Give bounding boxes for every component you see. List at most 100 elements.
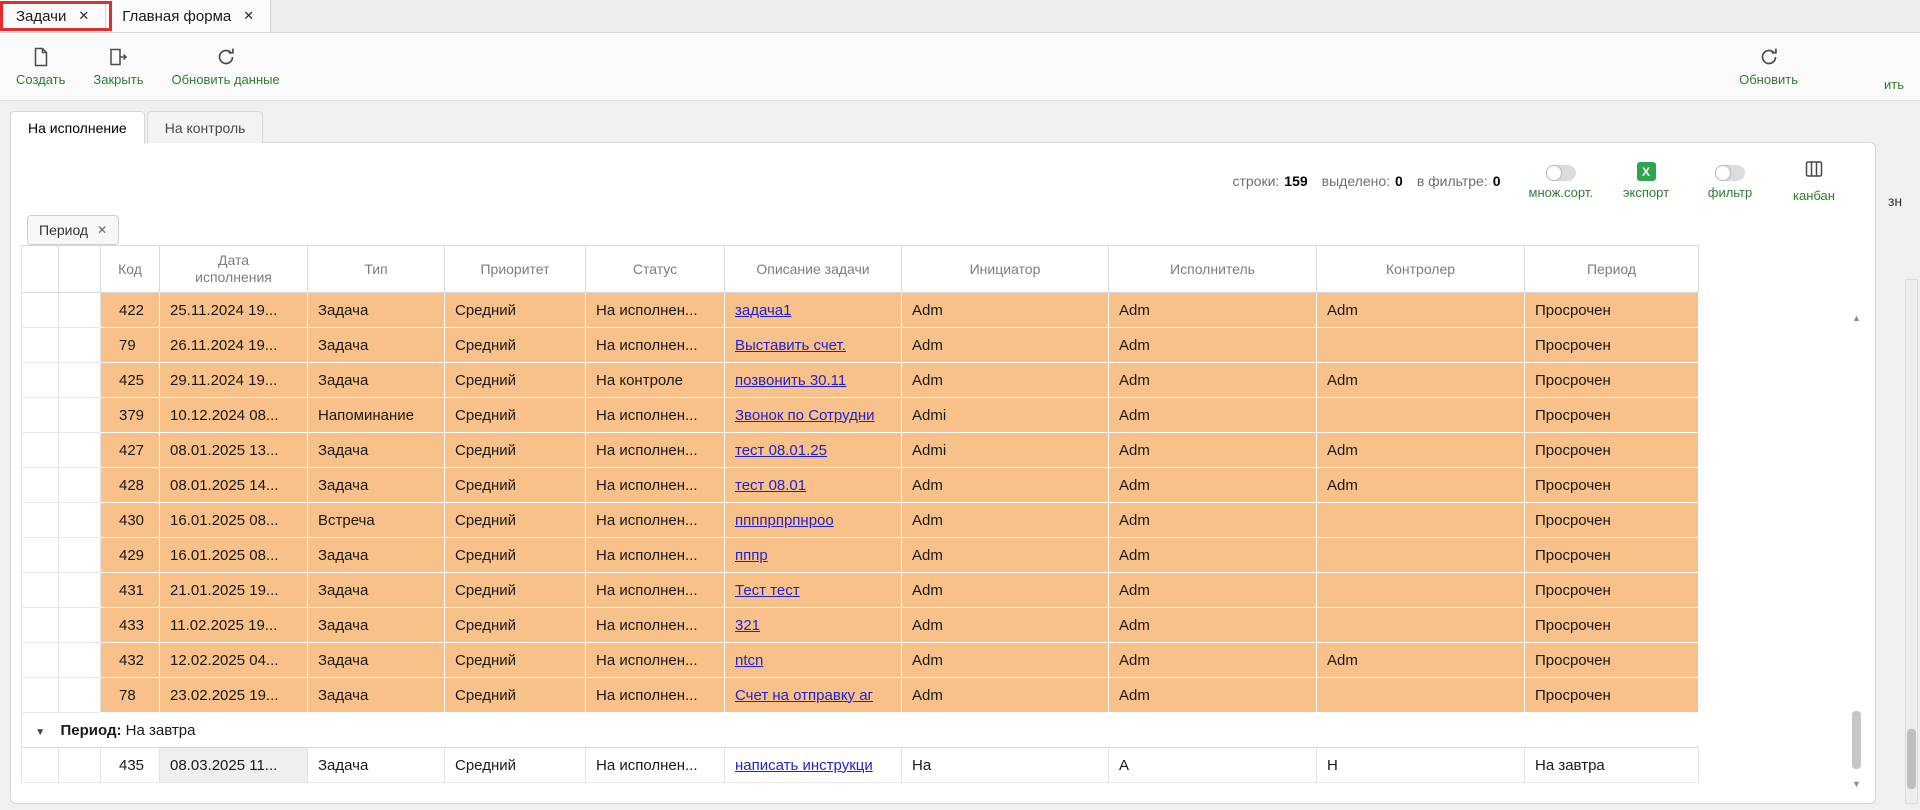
scroll-up-icon[interactable]: ▲: [1850, 313, 1863, 323]
task-link[interactable]: тест 08.01: [735, 477, 806, 494]
cell-rowicon: [59, 643, 101, 678]
table-row[interactable]: 42808.01.2025 14...ЗадачаСреднийНа испол…: [22, 468, 1699, 503]
export-label: экспорт: [1623, 185, 1669, 200]
cell-period: На завтра: [1525, 748, 1699, 783]
cell-period: Просрочен: [1525, 293, 1699, 328]
refresh-icon: [1758, 46, 1780, 68]
cell-type: Задача: [308, 608, 445, 643]
table-row[interactable]: 42916.01.2025 08...ЗадачаСреднийНа испол…: [22, 538, 1699, 573]
task-link[interactable]: позвонить 30.11: [735, 372, 846, 389]
cell-status: На исполнен...: [586, 573, 725, 608]
task-link[interactable]: пппр: [735, 547, 768, 564]
rows-count: строки:159: [1232, 173, 1307, 189]
cell-date: 08.03.2025 11...: [160, 748, 308, 783]
column-header[interactable]: Период: [1525, 246, 1699, 293]
close-icon[interactable]: ✕: [243, 8, 254, 24]
cell-select: [22, 293, 59, 328]
tab-for-execution[interactable]: На исполнение: [10, 111, 145, 144]
cell-controller: [1317, 608, 1525, 643]
cell-select: [22, 328, 59, 363]
cell-description: написать инструкци: [725, 748, 902, 783]
cell-status: На исполнен...: [586, 433, 725, 468]
column-header[interactable]: Исполнитель: [1109, 246, 1317, 293]
multisort-toggle[interactable]: [1546, 165, 1576, 181]
column-header[interactable]: Тип: [308, 246, 445, 293]
cell-code: 431: [101, 573, 160, 608]
cell-priority: Средний: [445, 748, 586, 783]
cell-controller: Adm: [1317, 643, 1525, 678]
create-button[interactable]: Создать: [16, 46, 65, 87]
cell-description: ntcn: [725, 643, 902, 678]
task-link[interactable]: задача1: [735, 302, 791, 319]
window-tab-main-form[interactable]: Главная форма ✕: [106, 0, 271, 32]
table-row[interactable]: 7926.11.2024 19...ЗадачаСреднийНа исполн…: [22, 328, 1699, 363]
chip-remove-icon[interactable]: ✕: [97, 223, 107, 237]
task-link[interactable]: Счет на отправку аг: [735, 687, 873, 704]
task-link[interactable]: ntcn: [735, 652, 763, 669]
cell-code: 429: [101, 538, 160, 573]
task-link[interactable]: тест 08.01.25: [735, 442, 827, 459]
table-row[interactable]: 7823.02.2025 19...ЗадачаСреднийНа исполн…: [22, 678, 1699, 713]
scrollbar-thumb[interactable]: [1852, 711, 1861, 769]
filter-control[interactable]: фильтр: [1699, 163, 1761, 200]
column-header[interactable]: Дата исполнения: [160, 246, 308, 293]
multisort-control[interactable]: множ.сорт.: [1529, 163, 1593, 200]
task-link[interactable]: 321: [735, 617, 760, 634]
background-scrollbar[interactable]: [1905, 279, 1918, 804]
task-link[interactable]: написать инструкци: [735, 757, 873, 774]
scrollbar-thumb[interactable]: [1907, 729, 1916, 789]
column-header[interactable]: Инициатор: [902, 246, 1109, 293]
clipped-toolbar-button-text[interactable]: ить: [1884, 77, 1904, 92]
table-row[interactable]: 42708.01.2025 13...ЗадачаСреднийНа испол…: [22, 433, 1699, 468]
task-link[interactable]: ппппрпрпнроо: [735, 512, 834, 529]
cell-type: Задача: [308, 328, 445, 363]
cell-status: На контроле: [586, 363, 725, 398]
close-button[interactable]: Закрыть: [93, 46, 143, 87]
task-link[interactable]: Выставить счет.: [735, 337, 846, 354]
filter-toggle[interactable]: [1715, 165, 1745, 181]
cell-rowicon: [59, 608, 101, 643]
column-header[interactable]: Описание задачи: [725, 246, 902, 293]
cell-executor: Adm: [1109, 608, 1317, 643]
cell-status: На исполнен...: [586, 293, 725, 328]
grid-header-row: строки:159 выделено:0 в фильтре:0 множ.с…: [11, 143, 1875, 203]
column-header[interactable]: Код: [101, 246, 160, 293]
column-header[interactable]: Статус: [586, 246, 725, 293]
close-button-label: Закрыть: [93, 72, 143, 87]
tab-for-control[interactable]: На контроль: [147, 111, 264, 143]
task-link[interactable]: Тест тест: [735, 582, 800, 599]
export-control[interactable]: X экспорт: [1615, 162, 1677, 200]
cell-executor: Adm: [1109, 468, 1317, 503]
task-link[interactable]: Звонок по Сотрудни: [735, 407, 875, 424]
table-row[interactable]: 43121.01.2025 19...ЗадачаСреднийНа испол…: [22, 573, 1699, 608]
table-row[interactable]: 42529.11.2024 19...ЗадачаСреднийНа контр…: [22, 363, 1699, 398]
collapse-arrow-icon[interactable]: ▼: [35, 727, 45, 738]
column-header[interactable]: Приоритет: [445, 246, 586, 293]
cell-priority: Средний: [445, 678, 586, 713]
close-icon[interactable]: ✕: [78, 8, 89, 24]
cell-rowicon: [59, 748, 101, 783]
cell-date: 10.12.2024 08...: [160, 398, 308, 433]
cell-status: На исполнен...: [586, 398, 725, 433]
table-row[interactable]: 43508.03.2025 11...ЗадачаСреднийНа испол…: [22, 748, 1699, 783]
tab-label: На исполнение: [28, 120, 127, 136]
table-row[interactable]: 42225.11.2024 19...ЗадачаСреднийНа испол…: [22, 293, 1699, 328]
refresh-button[interactable]: Обновить: [1739, 46, 1798, 87]
table-row[interactable]: 37910.12.2024 08...НапоминаниеСреднийНа …: [22, 398, 1699, 433]
group-chip-period[interactable]: Период ✕: [27, 215, 119, 245]
table-row[interactable]: 43016.01.2025 08...ВстречаСреднийНа испо…: [22, 503, 1699, 538]
window-tab-tasks[interactable]: Задачи ✕: [0, 0, 106, 32]
cell-controller: Adm: [1317, 468, 1525, 503]
refresh-data-button[interactable]: Обновить данные: [171, 46, 279, 87]
kanban-control[interactable]: канбан: [1783, 159, 1845, 203]
column-header[interactable]: Контролер: [1317, 246, 1525, 293]
table-row[interactable]: 43311.02.2025 19...ЗадачаСреднийНа испол…: [22, 608, 1699, 643]
table-row[interactable]: 43212.02.2025 04...ЗадачаСреднийНа испол…: [22, 643, 1699, 678]
cell-date: 25.11.2024 19...: [160, 293, 308, 328]
excel-export-icon[interactable]: X: [1637, 162, 1656, 181]
grid-scrollbar[interactable]: ▲ ▼: [1850, 313, 1863, 789]
cell-select: [22, 363, 59, 398]
scroll-down-icon[interactable]: ▼: [1850, 779, 1863, 789]
cell-rowicon: [59, 433, 101, 468]
group-row[interactable]: ▼Период: На завтра: [22, 713, 1699, 748]
